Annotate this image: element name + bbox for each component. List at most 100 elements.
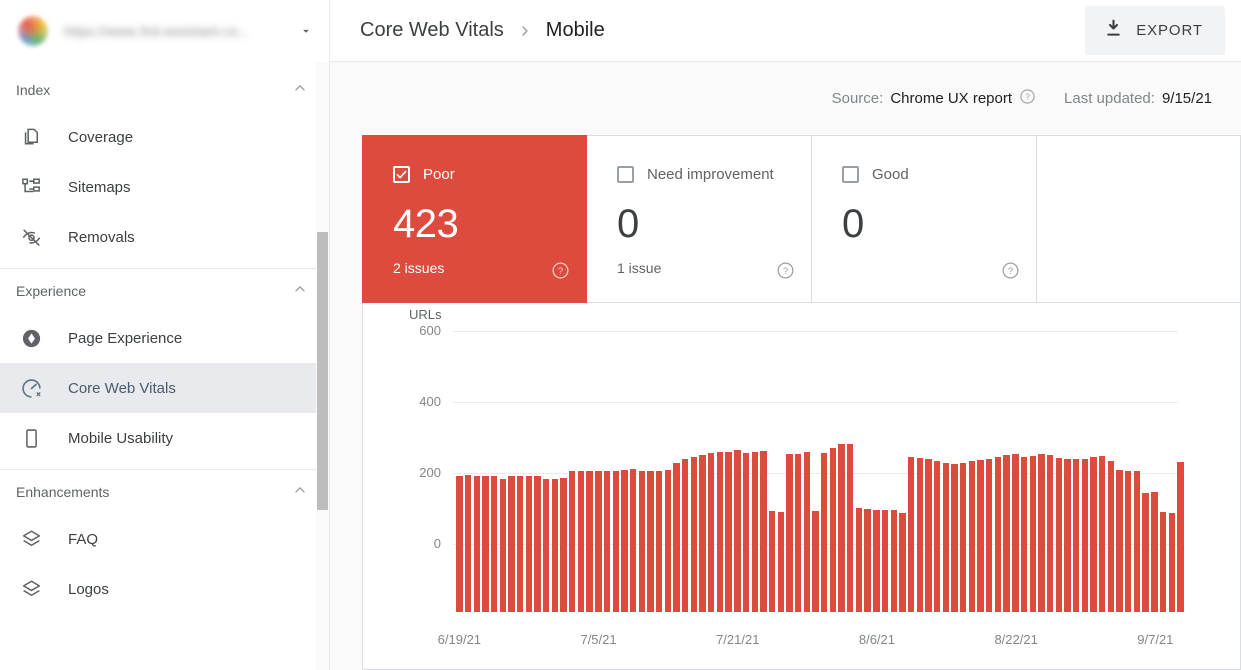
chart-bar[interactable] bbox=[959, 462, 968, 612]
chart-bar[interactable] bbox=[568, 471, 577, 612]
chart-bar[interactable] bbox=[716, 452, 725, 612]
chart-bar[interactable] bbox=[994, 456, 1003, 612]
help-circle-icon[interactable]: ? bbox=[1019, 88, 1036, 109]
chart-bar[interactable] bbox=[1020, 456, 1029, 612]
chart-bar[interactable] bbox=[1054, 457, 1063, 612]
chart-bar[interactable] bbox=[698, 455, 707, 612]
chart-bar[interactable] bbox=[985, 458, 994, 612]
chart-bar[interactable] bbox=[690, 456, 699, 612]
chart-bar[interactable] bbox=[1150, 492, 1159, 612]
chart-bar[interactable] bbox=[507, 476, 516, 612]
chart-bar[interactable] bbox=[611, 470, 620, 612]
chart-bar[interactable] bbox=[672, 462, 681, 612]
chart-bar[interactable] bbox=[1133, 471, 1142, 612]
help-circle-icon[interactable]: ? bbox=[1001, 261, 1020, 285]
chart-bar[interactable] bbox=[915, 457, 924, 612]
chart-bar[interactable] bbox=[472, 475, 481, 612]
chart-bar[interactable] bbox=[724, 451, 733, 612]
chart-bar[interactable] bbox=[585, 471, 594, 612]
chart-bar[interactable] bbox=[1028, 455, 1037, 612]
chart-bar[interactable] bbox=[933, 461, 942, 612]
chart-bar[interactable] bbox=[820, 452, 829, 612]
chart-bar[interactable] bbox=[577, 471, 586, 612]
chart-bar[interactable] bbox=[1002, 455, 1011, 612]
breadcrumb-parent[interactable]: Core Web Vitals bbox=[360, 19, 504, 42]
sidebar-section-index[interactable]: Index bbox=[0, 68, 329, 112]
chart-bar[interactable] bbox=[455, 476, 464, 612]
chart-bar[interactable] bbox=[707, 453, 716, 612]
sidebar-item-mobile-usability[interactable]: Mobile Usability bbox=[0, 413, 329, 463]
chart-bar[interactable] bbox=[837, 443, 846, 612]
chevron-up-icon[interactable] bbox=[291, 280, 309, 303]
chart-bar[interactable] bbox=[1011, 454, 1020, 612]
chart-bar[interactable] bbox=[664, 470, 673, 612]
core-web-vitals-chart[interactable]: URLs 600 400 200 0 6/19/21 7/5/21 7/21/21 8/6/21… bbox=[363, 303, 1240, 669]
chart-bar[interactable] bbox=[594, 471, 603, 612]
chart-bar[interactable] bbox=[490, 475, 499, 612]
chevron-up-icon[interactable] bbox=[291, 481, 309, 504]
status-card-checkbox[interactable] bbox=[393, 166, 410, 183]
chart-bar[interactable] bbox=[1072, 458, 1081, 612]
chart-bar[interactable] bbox=[481, 476, 490, 612]
chart-bar[interactable] bbox=[559, 477, 568, 612]
chart-bar[interactable] bbox=[1107, 461, 1116, 612]
chart-bar[interactable] bbox=[603, 470, 612, 612]
chart-bar[interactable] bbox=[881, 509, 890, 612]
status-card-checkbox[interactable] bbox=[842, 166, 859, 183]
sidebar-item-sitemaps[interactable]: Sitemaps bbox=[0, 162, 329, 212]
chart-bar[interactable] bbox=[1176, 461, 1185, 612]
status-card-checkbox[interactable] bbox=[617, 166, 634, 183]
chart-bar[interactable] bbox=[742, 452, 751, 612]
chart-bar[interactable] bbox=[924, 458, 933, 612]
chart-bar[interactable] bbox=[1159, 511, 1168, 612]
sidebar-item-coverage[interactable]: Coverage bbox=[0, 112, 329, 162]
chevron-up-icon[interactable] bbox=[291, 79, 309, 102]
chart-bar[interactable] bbox=[785, 454, 794, 612]
chart-bar[interactable] bbox=[525, 476, 534, 612]
chart-bar[interactable] bbox=[1124, 470, 1133, 612]
chart-bar[interactable] bbox=[750, 451, 759, 612]
chart-bar[interactable] bbox=[829, 448, 838, 612]
chart-bar[interactable] bbox=[516, 476, 525, 612]
chart-bar[interactable] bbox=[1037, 453, 1046, 612]
sidebar-scrollbar-thumb[interactable] bbox=[317, 232, 328, 510]
chart-bar[interactable] bbox=[768, 511, 777, 612]
chart-bar[interactable] bbox=[733, 450, 742, 612]
chart-bar[interactable] bbox=[811, 511, 820, 612]
chart-bar[interactable] bbox=[759, 451, 768, 612]
status-card-need-improvement[interactable]: Need improvement 0 1 issue? bbox=[587, 135, 812, 303]
status-card-good[interactable]: Good 0? bbox=[812, 135, 1037, 303]
chart-bar[interactable] bbox=[464, 474, 473, 612]
chart-bar[interactable] bbox=[1167, 512, 1176, 612]
sidebar-item-page-experience[interactable]: Page Experience bbox=[0, 313, 329, 363]
sidebar-section-enhancements[interactable]: Enhancements bbox=[0, 470, 329, 514]
sidebar-item-logos[interactable]: Logos bbox=[0, 564, 329, 614]
chart-bar[interactable] bbox=[1081, 459, 1090, 612]
chart-bar[interactable] bbox=[498, 478, 507, 612]
chart-bar[interactable] bbox=[1063, 459, 1072, 612]
chart-bar[interactable] bbox=[681, 458, 690, 612]
chart-bar[interactable] bbox=[942, 462, 951, 612]
chart-bar[interactable] bbox=[803, 451, 812, 612]
sidebar-item-faq[interactable]: FAQ bbox=[0, 514, 329, 564]
chart-bar[interactable] bbox=[1089, 457, 1098, 612]
chart-bar[interactable] bbox=[1115, 470, 1124, 612]
chart-bar[interactable] bbox=[776, 511, 785, 612]
export-button[interactable]: EXPORT bbox=[1085, 6, 1225, 55]
chart-bar[interactable] bbox=[629, 468, 638, 612]
chart-bar[interactable] bbox=[533, 475, 542, 612]
chart-bar[interactable] bbox=[872, 509, 881, 612]
chart-bar[interactable] bbox=[950, 464, 959, 612]
chart-bar[interactable] bbox=[637, 471, 646, 612]
chart-bar[interactable] bbox=[1098, 455, 1107, 612]
help-circle-icon[interactable]: ? bbox=[551, 261, 570, 285]
chart-bar[interactable] bbox=[855, 508, 864, 612]
sidebar-item-removals[interactable]: Removals bbox=[0, 212, 329, 262]
property-selector[interactable]: https://www.3rd-assistant.co... bbox=[0, 0, 330, 62]
chart-bar[interactable] bbox=[968, 461, 977, 612]
chart-bar[interactable] bbox=[655, 471, 664, 612]
sidebar-section-experience[interactable]: Experience bbox=[0, 269, 329, 313]
chart-bar[interactable] bbox=[907, 456, 916, 612]
chart-bar[interactable] bbox=[863, 509, 872, 612]
chart-bar[interactable] bbox=[1046, 455, 1055, 612]
